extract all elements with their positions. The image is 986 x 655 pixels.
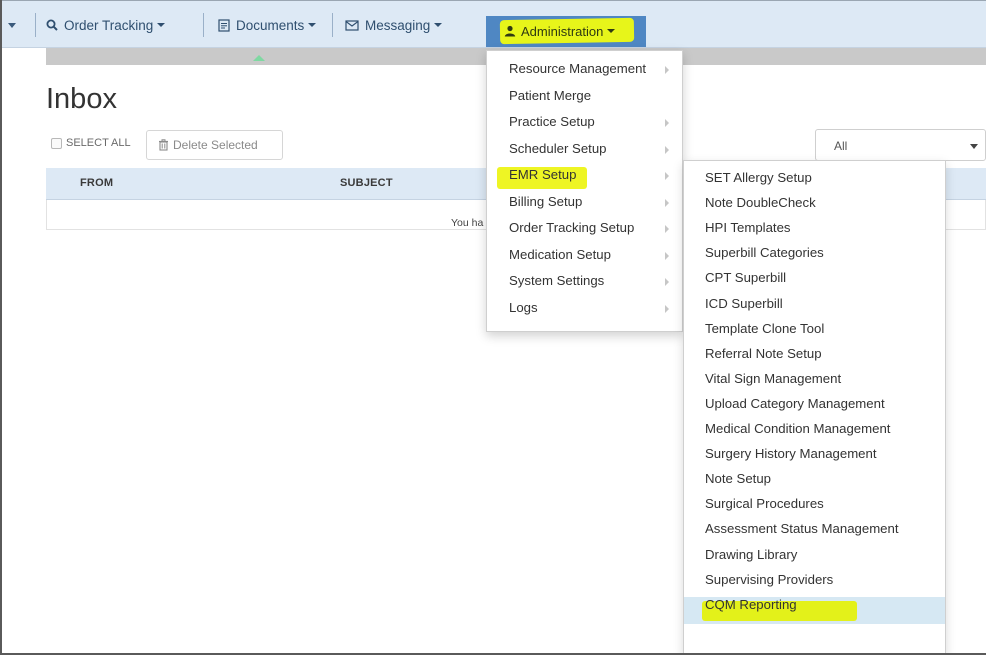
menu-item-resource-management[interactable]: Resource Management [509, 61, 646, 76]
chevron-right-icon [665, 119, 669, 127]
menu-item-assessment-status-management[interactable]: Assessment Status Management [705, 521, 899, 536]
menu-item-set-allergy-setup[interactable]: SET Allergy Setup [705, 170, 812, 185]
chevron-down-icon [607, 29, 616, 33]
chevron-down-icon [157, 23, 166, 27]
active-indicator-arrow [253, 55, 265, 61]
menu-item-hpi-templates[interactable]: HPI Templates [705, 220, 791, 235]
nav-administration[interactable]: Administration [504, 21, 616, 41]
menu-item-drawing-library[interactable]: Drawing Library [705, 547, 797, 562]
trash-icon [159, 139, 168, 151]
nav-divider [203, 13, 204, 37]
menu-item-medical-condition-management[interactable]: Medical Condition Management [705, 421, 890, 436]
chevron-right-icon [665, 146, 669, 154]
chevron-right-icon [665, 66, 669, 74]
envelope-icon [345, 19, 359, 31]
menu-item-cpt-superbill[interactable]: CPT Superbill [705, 270, 786, 285]
menu-item-system-settings[interactable]: System Settings [509, 273, 604, 288]
menu-item-icd-superbill[interactable]: ICD Superbill [705, 296, 783, 311]
chevron-right-icon [665, 225, 669, 233]
menu-item-note-setup[interactable]: Note Setup [705, 471, 771, 486]
nav-administration-label: Administration [521, 23, 604, 39]
nav-documents-label: Documents [236, 17, 305, 33]
document-icon [218, 18, 230, 32]
empty-inbox-message: You ha [451, 217, 484, 229]
menu-item-template-clone-tool[interactable]: Template Clone Tool [705, 321, 824, 336]
menu-item-order-tracking-setup[interactable]: Order Tracking Setup [509, 220, 634, 235]
menu-item-upload-category-management[interactable]: Upload Category Management [705, 396, 885, 411]
menu-item-cqm-reporting[interactable]: CQM Reporting [705, 597, 797, 612]
menu-item-supervising-providers[interactable]: Supervising Providers [705, 572, 833, 587]
select-all-control[interactable]: SELECT ALL [51, 137, 131, 149]
menu-item-surgery-history-management[interactable]: Surgery History Management [705, 446, 877, 461]
menu-item-billing-setup[interactable]: Billing Setup [509, 194, 582, 209]
menu-item-logs[interactable]: Logs [509, 300, 538, 315]
chevron-right-icon [665, 252, 669, 260]
nav-messaging[interactable]: Messaging [345, 14, 443, 36]
delete-selected-button[interactable]: Delete Selected [146, 130, 283, 160]
nav-divider [332, 13, 333, 37]
nav-order-tracking[interactable]: Order Tracking [46, 14, 166, 36]
menu-item-vital-sign-management[interactable]: Vital Sign Management [705, 371, 841, 386]
select-all-checkbox[interactable] [51, 137, 62, 149]
chevron-right-icon [665, 172, 669, 180]
chevron-right-icon [665, 199, 669, 207]
chevron-right-icon [665, 305, 669, 313]
search-icon [46, 19, 58, 31]
menu-item-medication-setup[interactable]: Medication Setup [509, 247, 611, 262]
nav-documents[interactable]: Documents [218, 14, 317, 36]
menu-item-note-doublecheck[interactable]: Note DoubleCheck [705, 195, 816, 210]
nav-messaging-label: Messaging [365, 17, 431, 33]
menu-item-emr-setup[interactable]: EMR Setup [509, 167, 576, 182]
chevron-down-icon[interactable] [8, 23, 16, 28]
inbox-filter-value: All [834, 139, 848, 153]
menu-item-referral-note-setup[interactable]: Referral Note Setup [705, 346, 822, 361]
menu-item-practice-setup[interactable]: Practice Setup [509, 114, 595, 129]
menu-item-scheduler-setup[interactable]: Scheduler Setup [509, 141, 607, 156]
column-header-from[interactable]: FROM [80, 177, 113, 189]
column-header-subject[interactable]: SUBJECT [340, 177, 393, 189]
delete-selected-label: Delete Selected [173, 138, 258, 152]
menu-item-surgical-procedures[interactable]: Surgical Procedures [705, 496, 824, 511]
user-icon [504, 25, 516, 37]
menu-item-superbill-categories[interactable]: Superbill Categories [705, 245, 824, 260]
nav-order-tracking-label: Order Tracking [64, 17, 154, 33]
chevron-down-icon [308, 23, 317, 27]
inbox-filter-select[interactable]: All [815, 129, 986, 161]
chevron-right-icon [665, 278, 669, 286]
chevron-down-icon [970, 144, 978, 149]
window-left-border [0, 0, 2, 655]
select-all-label: SELECT ALL [66, 137, 131, 149]
nav-divider [35, 13, 36, 37]
page-title: Inbox [46, 83, 117, 115]
chevron-down-icon [434, 23, 443, 27]
menu-item-patient-merge[interactable]: Patient Merge [509, 88, 591, 103]
